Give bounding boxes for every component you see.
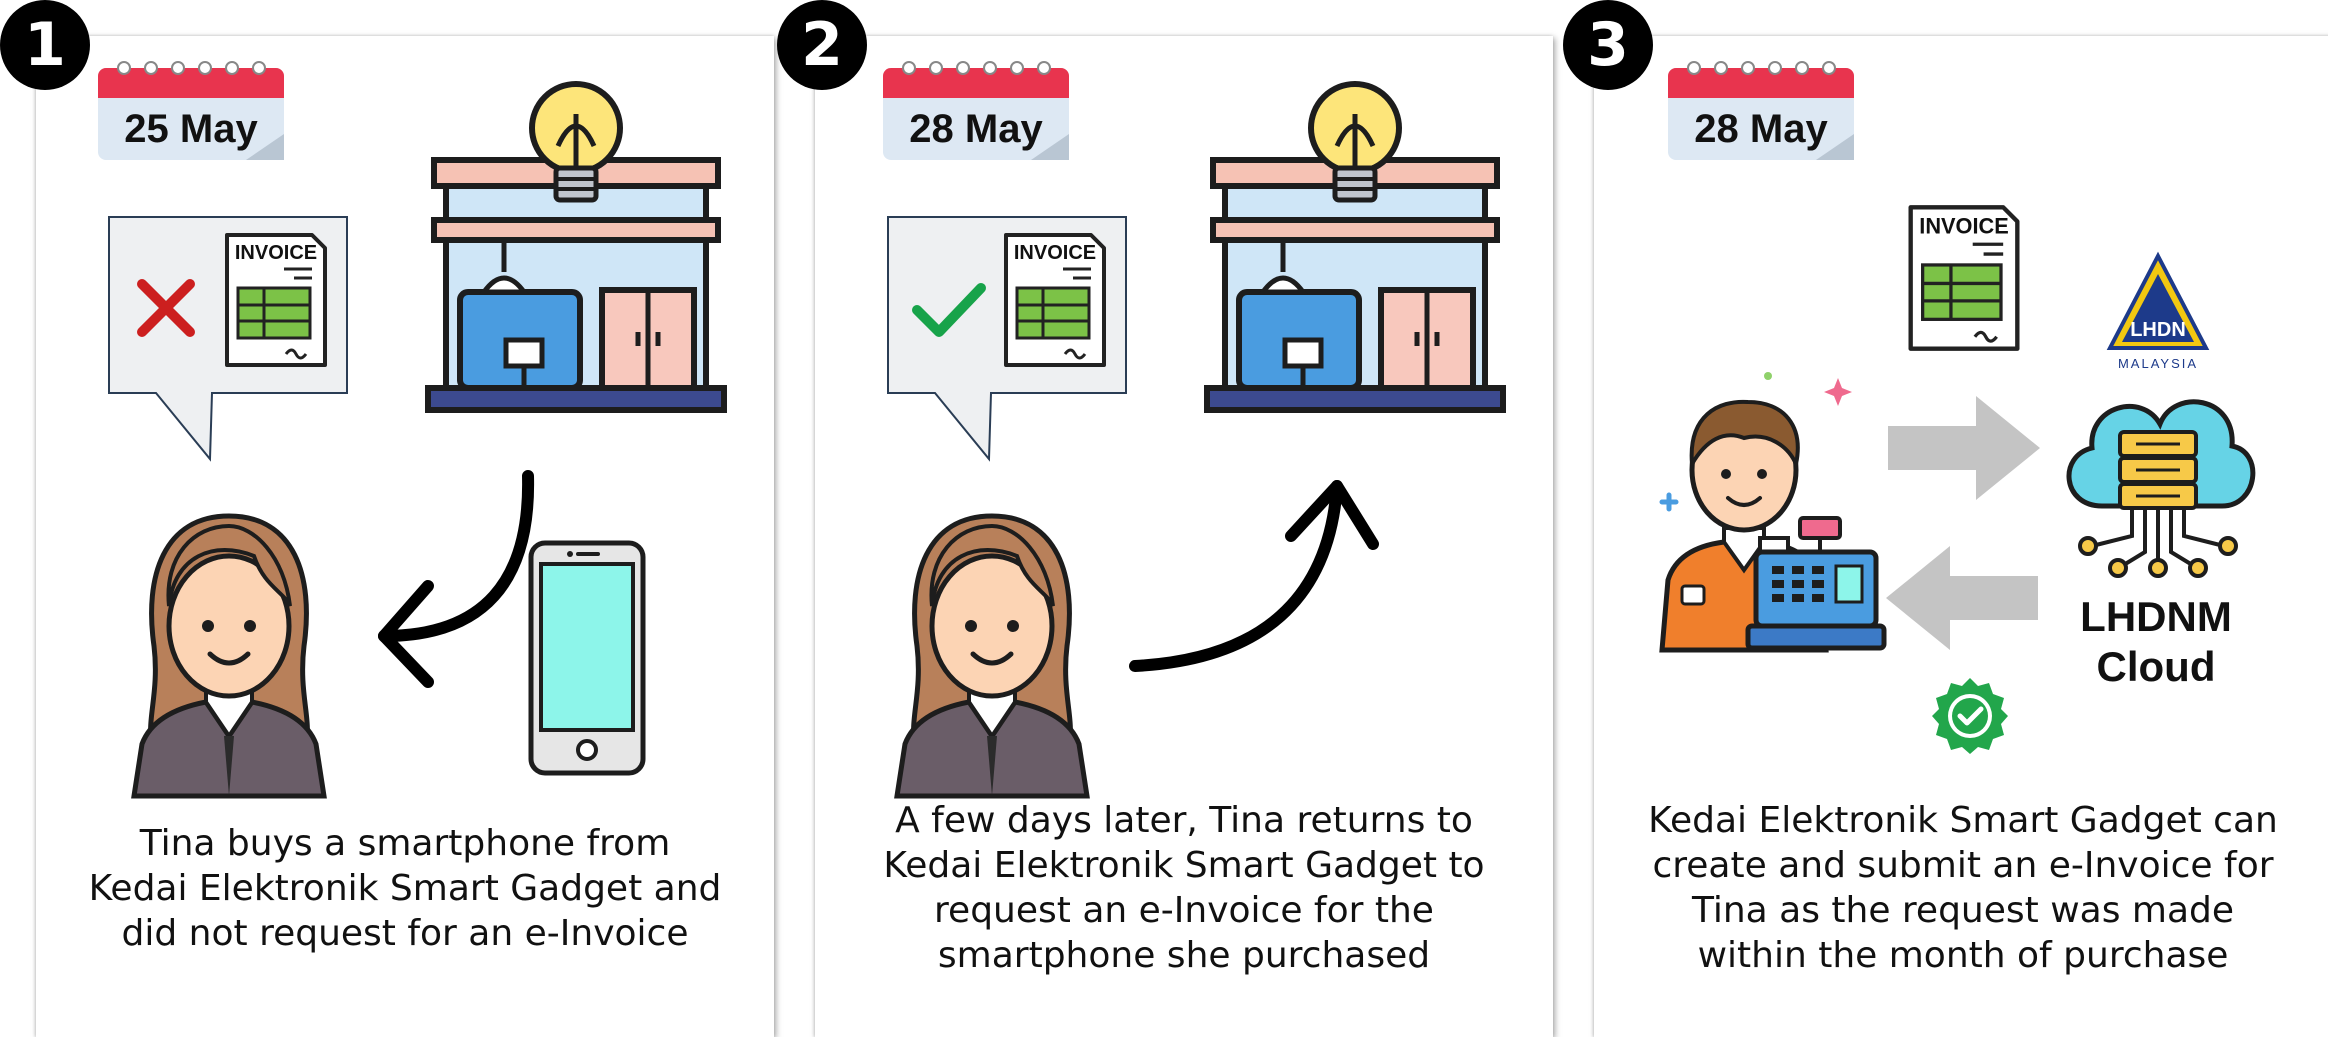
step-3-panel: 28 May INVOICE LHDN MALAYSIA LHDNM Cloud [1594,36,2328,1037]
cloud-label: LHDNM Cloud [2080,593,2232,690]
svg-text:LHDN: LHDN [2130,319,2186,341]
cashier-icon [1659,372,1887,653]
calendar-icon: 28 May [1668,61,1854,160]
check-icon [912,283,986,337]
shop-icon [425,81,727,413]
step-number-badge: 1 [0,0,90,90]
step-1-panel: 25 May INVOICE Tina buys a smartphone fr… [36,36,774,1037]
arrow-right-icon [1888,396,2040,500]
date-label: 28 May [1694,107,1828,151]
arrow-to-shop [1129,480,1379,672]
woman-avatar [894,513,1090,799]
step-number-badge: 3 [1563,0,1653,90]
svg-text:INVOICE: INVOICE [1014,242,1096,264]
invoice-icon: INVOICE [225,233,327,367]
cross-icon [137,279,195,337]
verified-badge-icon [1932,678,2008,754]
shop-icon [1204,81,1506,413]
step-caption: A few days later, Tina returns to Kedai … [883,800,1485,976]
invoice-icon: INVOICE [1004,233,1106,367]
date-label: 28 May [909,107,1043,151]
invoice-icon: INVOICE [1908,205,2020,351]
calendar-icon: 25 May [98,61,284,160]
step-caption: Tina buys a smartphone from Kedai Elektr… [88,823,722,954]
step-caption: Kedai Elektronik Smart Gadget can create… [1648,800,2278,976]
step-number-badge: 2 [777,0,867,90]
svg-text:INVOICE: INVOICE [1919,213,2008,238]
date-label: 25 May [124,107,258,151]
lhdn-logo: LHDN MALAYSIA [2106,251,2210,371]
step-2-panel: 28 May INVOICE A few days later, Tina re… [815,36,1553,1037]
calendar-icon: 28 May [883,61,1069,160]
woman-avatar [131,513,327,799]
cloud-server-icon [2066,399,2256,578]
arrow-left-icon [1886,546,2038,650]
svg-text:INVOICE: INVOICE [235,242,317,264]
smartphone-icon [528,540,646,776]
